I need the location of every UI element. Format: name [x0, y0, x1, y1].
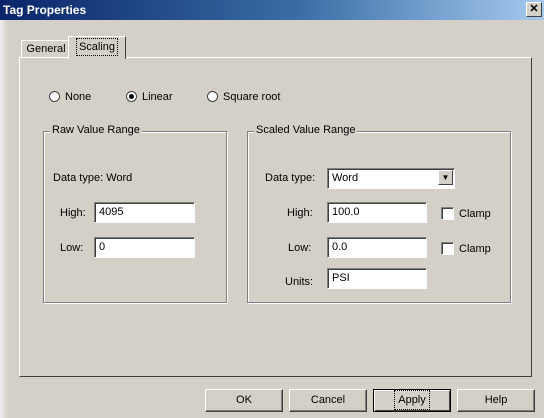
close-icon: ✕: [529, 3, 539, 15]
raw-high-input[interactable]: 4095: [94, 202, 195, 223]
raw-value-range-legend: Raw Value Range: [50, 124, 142, 136]
raw-low-input[interactable]: 0: [94, 237, 195, 258]
radio-none[interactable]: None: [49, 90, 109, 104]
cancel-button[interactable]: Cancel: [289, 389, 367, 412]
radio-linear[interactable]: Linear: [126, 90, 186, 104]
radio-circle: [207, 91, 218, 102]
ok-button[interactable]: OK: [205, 389, 283, 412]
tab-scaling-label: Scaling: [75, 38, 119, 56]
scaled-data-type-label: Data type:: [265, 172, 316, 184]
radio-square-root-label: Square root: [223, 91, 281, 103]
clamp-low-checkbox[interactable]: Clamp: [441, 242, 497, 256]
title-bar[interactable]: Tag Properties ✕: [0, 0, 544, 20]
scaled-data-type-select[interactable]: Word ▼: [327, 168, 455, 189]
raw-data-type-text: Data type: Word: [53, 172, 133, 184]
units-input[interactable]: PSI: [327, 268, 427, 289]
apply-button[interactable]: Apply: [373, 389, 451, 412]
radio-linear-label: Linear: [142, 91, 173, 103]
apply-button-label: Apply: [394, 390, 430, 410]
tab-scaling[interactable]: Scaling: [68, 36, 126, 59]
checkbox-box: [441, 207, 454, 220]
clamp-high-checkbox[interactable]: Clamp: [441, 207, 497, 221]
checkbox-box: [441, 242, 454, 255]
scaled-high-input[interactable]: 100.0: [327, 202, 427, 223]
units-label: Units:: [285, 276, 314, 288]
close-button[interactable]: ✕: [526, 2, 542, 17]
raw-high-label: High:: [60, 207, 86, 219]
window-edge: [0, 20, 8, 418]
radio-circle-selected: [126, 91, 137, 102]
scaled-data-type-value: Word: [332, 172, 359, 184]
tab-general[interactable]: General: [21, 40, 71, 58]
raw-low-label: Low:: [60, 242, 84, 254]
scaled-high-label: High:: [287, 207, 313, 219]
radio-none-label: None: [65, 91, 92, 103]
scaled-low-input[interactable]: 0.0: [327, 237, 427, 258]
scaled-low-label: Low:: [288, 242, 312, 254]
radio-dot: [129, 94, 134, 99]
scaled-value-range-legend: Scaled Value Range: [254, 124, 358, 136]
radio-circle: [49, 91, 60, 102]
radio-square-root[interactable]: Square root: [207, 90, 297, 104]
clamp-low-label: Clamp: [459, 243, 491, 255]
clamp-high-label: Clamp: [459, 208, 491, 220]
window-title: Tag Properties: [3, 3, 87, 17]
help-button[interactable]: Help: [457, 389, 535, 412]
chevron-down-icon[interactable]: ▼: [438, 170, 453, 185]
